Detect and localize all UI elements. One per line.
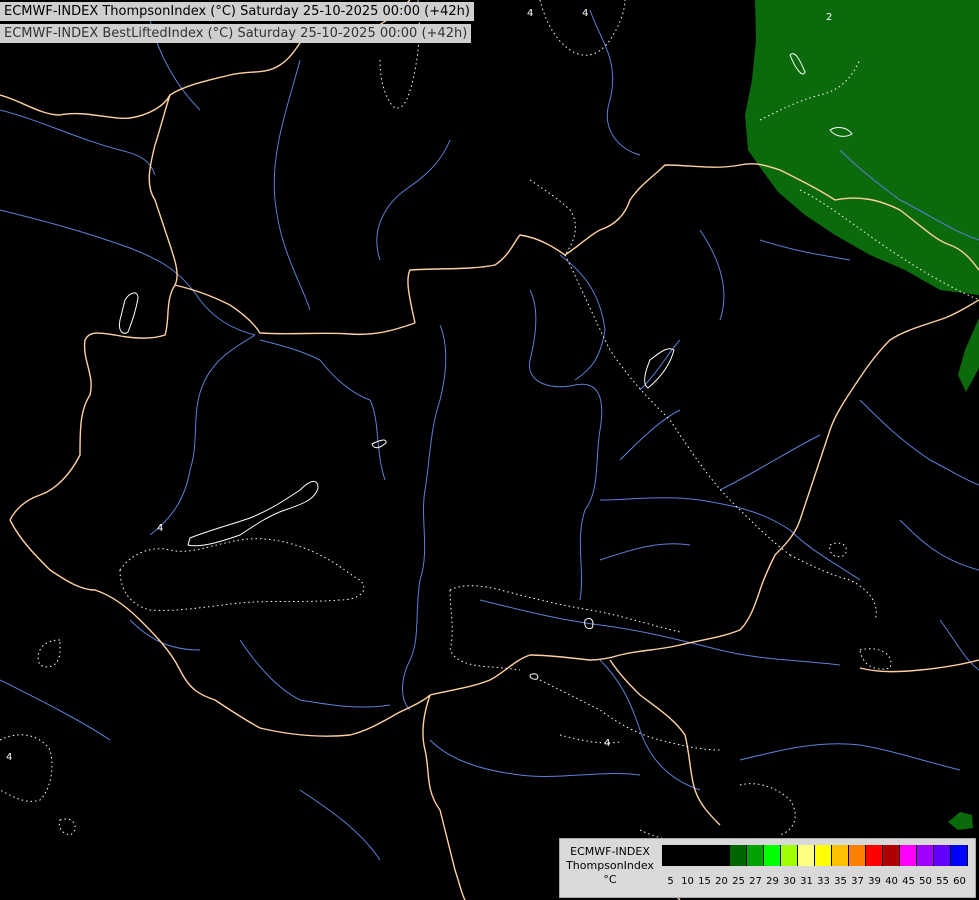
legend-swatch <box>798 845 815 866</box>
map-title: ECMWF-INDEX ThompsonIndex (°C) Saturday … <box>0 0 474 44</box>
legend-swatches <box>662 845 968 866</box>
legend-swatch <box>849 845 866 866</box>
legend-swatch <box>679 845 696 866</box>
legend-swatch <box>866 845 883 866</box>
legend-swatch <box>832 845 849 866</box>
legend-swatch <box>815 845 832 866</box>
legend-parameter-name: ThompsonIndex <box>566 859 654 872</box>
contour-label: 4 <box>6 752 12 763</box>
legend-label: ECMWF-INDEX ThompsonIndex °C <box>560 845 660 887</box>
legend-tick-label: 60 <box>953 876 966 887</box>
contour-label: 4 <box>604 738 610 749</box>
title-line-bestlifted: ECMWF-INDEX BestLiftedIndex (°C) Saturda… <box>0 24 472 43</box>
legend-swatch <box>696 845 713 866</box>
title-line-thompson: ECMWF-INDEX ThompsonIndex (°C) Saturday … <box>0 2 474 21</box>
color-legend: ECMWF-INDEX ThompsonIndex °C 5 10 15 20 25 27… <box>559 838 976 898</box>
legend-swatch <box>883 845 900 866</box>
map-canvas: 4 4 4 4 2 4 <box>0 0 979 900</box>
contour-label: 4 <box>157 523 163 534</box>
legend-swatch <box>781 845 798 866</box>
legend-swatch <box>951 845 968 866</box>
legend-model-name: ECMWF-INDEX <box>570 845 650 858</box>
contour-label: 4 <box>527 8 533 19</box>
legend-swatch <box>917 845 934 866</box>
contour-label: 4 <box>582 8 588 19</box>
legend-swatch <box>900 845 917 866</box>
contour-label: 2 <box>826 12 832 23</box>
legend-swatch <box>934 845 951 866</box>
legend-unit: °C <box>603 873 617 886</box>
legend-swatch <box>764 845 781 866</box>
legend-swatch <box>713 845 730 866</box>
legend-swatch <box>662 845 679 866</box>
legend-swatch <box>730 845 747 866</box>
legend-swatch <box>747 845 764 866</box>
